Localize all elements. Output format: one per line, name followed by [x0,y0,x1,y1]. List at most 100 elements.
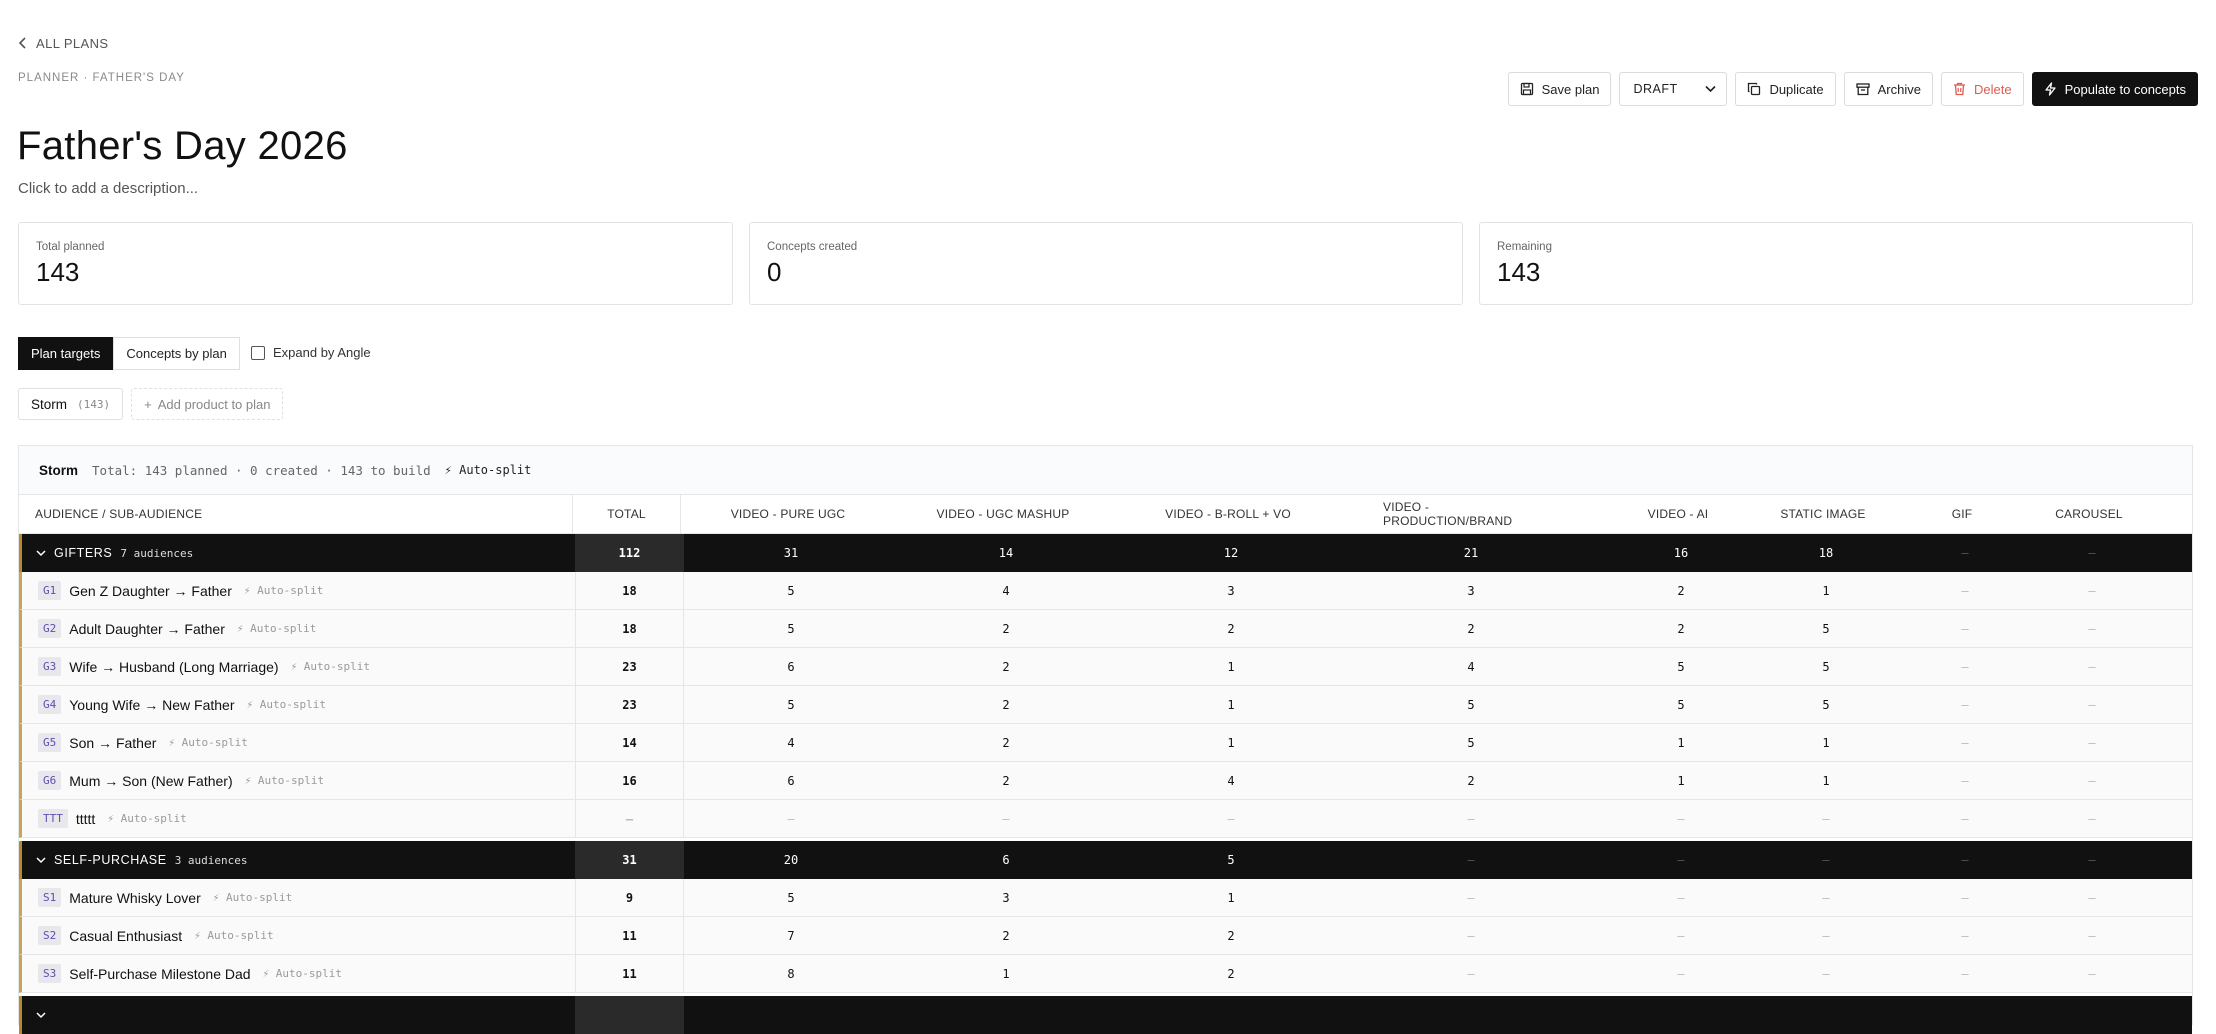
auto-split-tag[interactable]: ⚡ Auto-split [213,891,292,904]
table-row[interactable]: S2 Casual Enthusiast ⚡ Auto-split 11 7 2 2– – – –… [19,917,2192,955]
auto-split-tag[interactable]: ⚡ Auto-split [168,736,247,749]
target-cell[interactable]: – [2007,762,2177,799]
target-cell[interactable]: 4 [1146,762,1316,799]
target-cell[interactable]: 4 [706,724,876,761]
table-row[interactable]: G4 Young Wife → New Father ⚡ Auto-split 23 5… [19,686,2192,724]
target-cell[interactable]: – [706,800,876,837]
product-chip-storm[interactable]: Storm (143) [18,388,124,420]
checkbox[interactable] [251,345,265,360]
target-cell[interactable]: 2 [921,686,1091,723]
audience-group-row[interactable] [19,996,2192,1034]
target-cell[interactable]: 3 [1146,572,1316,609]
target-cell[interactable]: 6 [706,648,876,685]
target-cell[interactable]: 5 [706,572,876,609]
audience-name[interactable]: Gen Z Daughter → Father [69,583,232,599]
archive-button[interactable]: Archive [1843,72,1933,106]
target-cell[interactable]: 1 [1146,724,1316,761]
duplicate-button[interactable]: Duplicate [1735,72,1836,106]
target-cell[interactable]: 1 [921,955,1091,992]
chevron-down-icon[interactable] [36,549,46,557]
add-product-button[interactable]: + Add product to plan [131,388,284,420]
target-cell[interactable]: – [2007,686,2177,723]
auto-split-tag[interactable]: ⚡ Auto-split [246,698,325,711]
target-cell[interactable]: – [2007,800,2177,837]
target-cell[interactable]: – [921,800,1091,837]
audience-name[interactable]: Son → Father [69,735,156,751]
audience-name[interactable]: Casual Enthusiast [69,928,182,944]
target-cell[interactable]: 5 [1386,724,1556,761]
target-cell[interactable]: 2 [921,610,1091,647]
target-cell[interactable]: 4 [921,572,1091,609]
audience-name[interactable]: Mature Whisky Lover [69,890,200,906]
save-plan-button[interactable]: Save plan [1507,72,1612,106]
target-cell[interactable]: – [2007,724,2177,761]
delete-button[interactable]: Delete [1941,72,2024,106]
description-field[interactable]: Click to add a description... [18,180,198,197]
target-cell[interactable]: 2 [1386,762,1556,799]
target-cell[interactable]: 7 [706,917,876,954]
audience-group-row[interactable]: GIFTERS 7 audiences 112 31 14 12 21 16 18– – [19,534,2192,572]
target-cell[interactable]: – [2007,572,2177,609]
audience-name[interactable]: Mum → Son (New Father) [69,773,232,789]
chevron-down-icon[interactable] [36,1011,46,1019]
panel-auto-split[interactable]: ⚡ Auto-split [445,463,532,477]
target-cell[interactable]: 5 [1386,686,1556,723]
target-cell[interactable]: – [1386,879,1556,916]
target-cell[interactable]: – [1146,800,1316,837]
audience-name[interactable]: Self-Purchase Milestone Dad [69,966,250,982]
audience-name[interactable]: Adult Daughter → Father [69,621,225,637]
tab-plan-targets[interactable]: Plan targets [18,337,114,370]
target-cell[interactable]: 5 [706,610,876,647]
target-cell[interactable]: 2 [1146,917,1316,954]
status-select[interactable]: DRAFT [1619,72,1728,106]
target-cell[interactable]: 1 [1146,648,1316,685]
chevron-down-icon[interactable] [36,856,46,864]
target-cell[interactable]: – [2007,610,2177,647]
tab-concepts-by-plan[interactable]: Concepts by plan [113,337,240,370]
target-cell[interactable]: 2 [1386,610,1556,647]
table-row[interactable]: G5 Son → Father ⚡ Auto-split 14 4 2 1 5 1 1– – [19,724,2192,762]
table-row[interactable]: TTT ttttt ⚡ Auto-split – – – – – – – – – [19,800,2192,838]
back-link[interactable]: ALL PLANS [18,34,109,52]
target-cell[interactable]: 6 [706,762,876,799]
target-cell[interactable]: – [1386,955,1556,992]
target-cell[interactable]: 2 [921,648,1091,685]
target-cell[interactable]: 2 [921,762,1091,799]
target-cell[interactable]: 5 [706,879,876,916]
table-row[interactable]: G2 Adult Daughter → Father ⚡ Auto-split 18 5… [19,610,2192,648]
auto-split-tag[interactable]: ⚡ Auto-split [263,967,342,980]
table-row[interactable]: G3 Wife → Husband (Long Marriage) ⚡ Auto-s… [19,648,2192,686]
audience-group-row[interactable]: SELF-PURCHASE 3 audiences 31 20 6 5– – – – – [19,841,2192,879]
target-cell[interactable]: – [1386,917,1556,954]
auto-split-tag[interactable]: ⚡ Auto-split [291,660,370,673]
target-cell[interactable]: – [2007,879,2177,916]
target-cell[interactable]: 2 [921,917,1091,954]
table-row[interactable]: S3 Self-Purchase Milestone Dad ⚡ Auto-spli… [19,955,2192,993]
audience-name[interactable]: Wife → Husband (Long Marriage) [69,659,278,675]
target-cell[interactable]: 2 [921,724,1091,761]
target-cell[interactable]: 2 [1146,610,1316,647]
auto-split-tag[interactable]: ⚡ Auto-split [107,812,186,825]
target-cell[interactable]: 8 [706,955,876,992]
table-row[interactable]: G1 Gen Z Daughter → Father ⚡ Auto-split 18 5… [19,572,2192,610]
audience-name[interactable]: ttttt [76,811,95,827]
audience-name[interactable]: Young Wife → New Father [69,697,234,713]
target-cell[interactable]: 1 [1146,686,1316,723]
target-cell[interactable]: 4 [1386,648,1556,685]
target-cell[interactable]: – [1386,800,1556,837]
auto-split-tag[interactable]: ⚡ Auto-split [244,584,323,597]
auto-split-tag[interactable]: ⚡ Auto-split [245,774,324,787]
target-cell[interactable]: – [2007,955,2177,992]
target-cell[interactable]: 2 [1146,955,1316,992]
target-cell[interactable]: 3 [1386,572,1556,609]
target-cell[interactable]: 1 [1146,879,1316,916]
table-row[interactable]: S1 Mature Whisky Lover ⚡ Auto-split 9 5 3 1– – –… [19,879,2192,917]
expand-by-angle-toggle[interactable]: Expand by Angle [251,345,371,360]
table-row[interactable]: G6 Mum → Son (New Father) ⚡ Auto-split 16 6 2… [19,762,2192,800]
target-cell[interactable]: 3 [921,879,1091,916]
target-cell[interactable]: – [2007,917,2177,954]
target-cell[interactable]: 5 [706,686,876,723]
auto-split-tag[interactable]: ⚡ Auto-split [194,929,273,942]
auto-split-tag[interactable]: ⚡ Auto-split [237,622,316,635]
populate-to-concepts-button[interactable]: Populate to concepts [2031,72,2198,106]
